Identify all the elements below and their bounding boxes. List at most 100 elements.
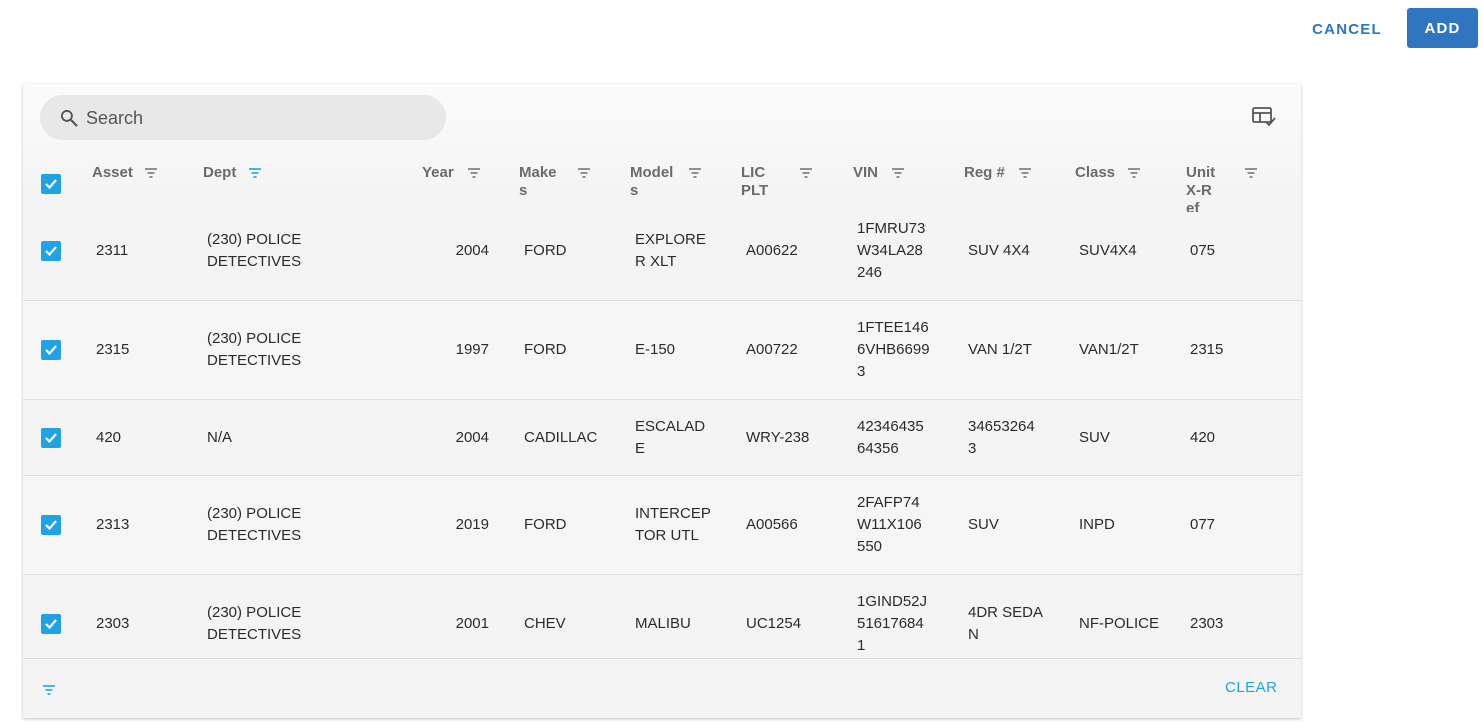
column-filter-icon[interactable]: [577, 168, 591, 178]
cell-asset: 2315: [96, 341, 130, 358]
table-row[interactable]: 2311 (230) POLICE DETECTIVES 2004 FORD EXPLO…: [23, 212, 1301, 301]
cell-lic: UC1254: [746, 615, 802, 632]
cell-make: FORD: [524, 516, 567, 533]
column-header-label: Models: [630, 164, 674, 199]
search-box[interactable]: [40, 95, 446, 142]
cell-class: VAN1/2T: [1079, 341, 1139, 358]
column-filter-icon[interactable]: [688, 168, 702, 178]
cell-model: EXPLORER XLT: [635, 231, 706, 270]
column-header-reg-[interactable]: Reg #: [964, 164, 1010, 182]
cell-asset: 420: [96, 428, 122, 446]
cell-xref: 2315: [1190, 341, 1224, 358]
cell-vin: 2FAFP74 W11X106 550: [857, 494, 922, 555]
cell-vin: 42346435 64356: [857, 417, 924, 457]
row-checkbox[interactable]: [41, 427, 61, 448]
asset-table-card: Asset Dept Year Makes Models LIC PLT VIN Reg # C…: [23, 84, 1301, 718]
cell-make: CADILLAC: [524, 428, 598, 446]
cell-dept: (230) POLICE DETECTIVES: [207, 505, 302, 544]
column-filter-icon[interactable]: [891, 168, 905, 178]
clear-filters-button[interactable]: CLEAR: [1225, 679, 1278, 696]
cell-lic: A00622: [746, 242, 798, 259]
cell-year: 2004: [455, 242, 489, 259]
column-filter-icon[interactable]: [144, 168, 158, 178]
cell-lic: A00566: [746, 516, 798, 533]
column-header-unit-x-ref[interactable]: Unit X-Ref: [1186, 164, 1220, 218]
column-header-class[interactable]: Class: [1075, 164, 1125, 182]
cell-reg: SUV: [968, 516, 999, 533]
column-filter-icon[interactable]: [248, 168, 262, 178]
cell-reg: VAN 1/2T: [968, 341, 1032, 358]
cell-model: E-150: [635, 341, 676, 358]
row-checkbox[interactable]: [41, 241, 61, 261]
search-icon: [61, 110, 78, 127]
cancel-button[interactable]: CANCEL: [1300, 14, 1394, 44]
row-checkbox[interactable]: [41, 515, 61, 535]
cell-make: CHEV: [524, 615, 566, 632]
add-button[interactable]: ADD: [1407, 8, 1478, 48]
cell-model: ESCALAD E: [635, 417, 706, 457]
column-filter-icon[interactable]: [467, 168, 481, 178]
column-header-year[interactable]: Year: [422, 164, 462, 182]
column-header-label: Dept: [203, 164, 237, 181]
cell-lic: WRY-238: [746, 428, 810, 446]
table-header: Asset Dept Year Makes Models LIC PLT VIN Reg # C…: [23, 84, 1301, 217]
cell-model: INTERCEP TOR UTL: [635, 505, 711, 544]
column-header-label: Unit X-Ref: [1186, 164, 1216, 217]
column-header-makes[interactable]: Makes: [519, 164, 563, 200]
column-header-vin[interactable]: VIN: [853, 164, 883, 182]
column-header-label: LIC PLT: [741, 164, 769, 199]
column-header-label: Year: [422, 164, 454, 181]
cell-dept: (230) POLICE DETECTIVES: [207, 604, 302, 643]
column-header-models[interactable]: Models: [630, 164, 674, 200]
filter-icon[interactable]: [42, 685, 56, 695]
table-row[interactable]: 2315 (230) POLICE DETECTIVES 1997 FORD E-150…: [23, 301, 1301, 400]
cell-lic: A00722: [746, 341, 798, 358]
column-header-asset[interactable]: Asset: [92, 164, 142, 182]
cell-vin: 1FTEE146 6VHB6699 3: [857, 319, 930, 380]
column-filter-icon[interactable]: [1244, 168, 1258, 178]
cell-asset: 2313: [96, 516, 130, 533]
column-header-label: Class: [1075, 164, 1116, 181]
row-checkbox[interactable]: [41, 614, 61, 634]
column-header-dept[interactable]: Dept: [203, 164, 253, 182]
cell-make: FORD: [524, 242, 567, 259]
cell-xref: 420: [1190, 428, 1216, 446]
table-row[interactable]: 2313 (230) POLICE DETECTIVES 2019 FORD INTER…: [23, 476, 1301, 575]
cell-year: 1997: [455, 341, 489, 358]
search-input[interactable]: [84, 95, 428, 142]
cell-vin: 1GIND52J 51617684 1: [857, 593, 928, 654]
table-row[interactable]: 420 N/A 2004 CADILLAC ESCALAD E WRY-238 423464…: [23, 400, 1301, 476]
cell-dept: (230) POLICE DETECTIVES: [207, 231, 302, 270]
cell-class: INPD: [1079, 516, 1115, 533]
column-settings-icon[interactable]: [1252, 107, 1276, 127]
column-header-label: Reg #: [964, 164, 1005, 181]
column-header-label: VIN: [853, 164, 879, 181]
cell-reg: 4DR SEDAN: [968, 604, 1044, 643]
column-filter-icon[interactable]: [1018, 168, 1032, 178]
column-header-lic-plt[interactable]: LIC PLT: [741, 164, 771, 200]
column-header-label: Makes: [519, 164, 557, 199]
cell-xref: 075: [1190, 242, 1216, 259]
cell-year: 2004: [455, 428, 489, 446]
cell-xref: 2303: [1190, 615, 1224, 632]
select-all-checkbox[interactable]: [41, 174, 61, 194]
cell-reg: 34653264 3: [968, 417, 1035, 457]
row-checkbox[interactable]: [41, 340, 61, 360]
table-row[interactable]: 2303 (230) POLICE DETECTIVES 2001 CHEV MALIB…: [23, 575, 1301, 658]
cell-reg: SUV 4X4: [968, 242, 1030, 259]
column-filter-icon[interactable]: [799, 168, 813, 178]
cell-asset: 2303: [96, 615, 130, 632]
column-filter-icon[interactable]: [1127, 168, 1141, 178]
cell-model: MALIBU: [635, 615, 691, 632]
cell-xref: 077: [1190, 516, 1216, 533]
cell-dept: (230) POLICE DETECTIVES: [207, 330, 302, 369]
cell-vin: 1FMRU73 W34LA28 246: [857, 220, 926, 281]
cell-dept: N/A: [207, 428, 233, 446]
table-body: 2311 (230) POLICE DETECTIVES 2004 FORD EXPLO…: [23, 212, 1301, 658]
column-header-label: Asset: [92, 164, 133, 181]
cell-class: NF-POLICE: [1079, 615, 1160, 632]
cell-class: SUV4X4: [1079, 242, 1137, 259]
cell-class: SUV: [1079, 428, 1110, 446]
table-footer: CLEAR: [23, 658, 1301, 718]
cell-year: 2001: [455, 615, 489, 632]
